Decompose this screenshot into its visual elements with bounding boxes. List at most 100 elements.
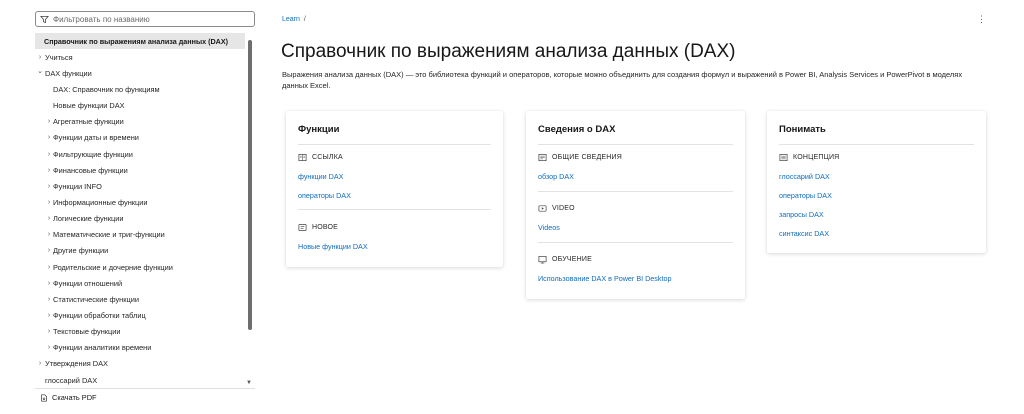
sidebar-item-label: Функции обработки таблиц bbox=[53, 310, 146, 320]
sidebar-item-label: Агрегатные функции bbox=[53, 117, 124, 127]
sidebar: Справочник по выражениям анализа данных … bbox=[0, 0, 262, 414]
sidebar-item-label: Утверждения DAX bbox=[45, 359, 108, 369]
sidebar-item-label: DAX: Справочник по функциям bbox=[53, 84, 160, 94]
filter-input[interactable] bbox=[53, 14, 243, 24]
link-dax-overview[interactable]: обзор DAX bbox=[538, 172, 574, 181]
link-dax-glossary[interactable]: глоссарий DAX bbox=[779, 172, 830, 181]
page-description: Выражения анализа данных (DAX) — это биб… bbox=[282, 70, 963, 91]
chevron-down-icon[interactable]: ⌄ bbox=[36, 67, 44, 75]
section-heading-training: ОБУЧЕНИЕ bbox=[538, 255, 592, 264]
sidebar-item[interactable]: DAX: Справочник по функциям bbox=[35, 81, 245, 97]
sidebar-item[interactable]: › Утверждения DAX bbox=[35, 356, 245, 372]
section-heading-label: ОБЩИЕ СВЕДЕНИЯ bbox=[552, 154, 622, 161]
card-title: Функции bbox=[298, 124, 340, 135]
section-heading-label: VIDEO bbox=[552, 205, 575, 212]
sidebar-item-label: DAX функции bbox=[45, 68, 92, 78]
sidebar-item[interactable]: › Математические и триг-функции bbox=[35, 227, 245, 243]
card-divider bbox=[298, 209, 491, 210]
chevron-right-icon[interactable]: › bbox=[45, 199, 53, 206]
sidebar-item[interactable]: › Логические функции bbox=[35, 211, 245, 227]
sidebar-item-label: Учиться bbox=[45, 52, 73, 62]
chevron-right-icon[interactable]: › bbox=[45, 151, 53, 158]
sidebar-item[interactable]: › Функции обработки таблиц bbox=[35, 307, 245, 323]
chevron-right-icon[interactable]: › bbox=[45, 328, 53, 335]
sidebar-item[interactable]: › Статистические функции bbox=[35, 291, 245, 307]
sidebar-item-label: Другие функции bbox=[53, 246, 109, 256]
section-heading-label: ОБУЧЕНИЕ bbox=[552, 256, 593, 263]
reference-icon bbox=[298, 153, 307, 162]
sidebar-item[interactable]: Новые функции DAX bbox=[35, 98, 245, 114]
sidebar-item[interactable]: › Финансовые функции bbox=[35, 162, 245, 178]
sidebar-item[interactable]: Справочник по выражениям анализа данных … bbox=[35, 33, 245, 50]
sidebar-scrollbar[interactable] bbox=[248, 40, 252, 330]
sidebar-item[interactable]: › Учиться bbox=[35, 49, 245, 65]
sidebar-item-label: Справочник по выражениям анализа данных … bbox=[44, 36, 229, 46]
card-about-dax: Сведения о DAX ОБЩИЕ СВЕДЕНИЯ обзор DAX … bbox=[526, 111, 745, 299]
link-new-dax-functions[interactable]: Новые функции DAX bbox=[298, 242, 368, 251]
breadcrumb: Learn / bbox=[282, 16, 306, 23]
filter-icon bbox=[40, 15, 49, 23]
section-heading-label: КОНЦЕПЦИЯ bbox=[793, 154, 840, 161]
card-functions: Функции ССЫЛКА функции DAX операторы DAX… bbox=[286, 111, 503, 267]
chevron-right-icon[interactable]: › bbox=[45, 344, 53, 351]
card-understand: Понимать КОНЦЕПЦИЯ глоссарий DAX операто… bbox=[767, 111, 986, 253]
section-heading-video: VIDEO bbox=[538, 204, 575, 213]
section-heading-new: НОВОЕ bbox=[298, 223, 338, 232]
link-dax-functions[interactable]: функции DAX bbox=[298, 172, 343, 181]
link-dax-queries[interactable]: запросы DAX bbox=[779, 210, 824, 219]
video-icon bbox=[538, 205, 547, 212]
chevron-right-icon[interactable]: › bbox=[45, 118, 53, 125]
sidebar-item[interactable]: › Родительские и дочерние функции bbox=[35, 259, 245, 275]
sidebar-item[interactable]: › Функции аналитики времени bbox=[35, 340, 245, 356]
sidebar-item[interactable]: › Другие функции bbox=[35, 243, 245, 259]
training-icon bbox=[538, 255, 547, 264]
chevron-right-icon[interactable]: › bbox=[45, 167, 53, 174]
sidebar-item-label: Функции даты и времени bbox=[53, 133, 139, 143]
link-dax-operators[interactable]: операторы DAX bbox=[298, 191, 351, 200]
sidebar-item-label: Функции отношений bbox=[53, 278, 123, 288]
sidebar-item[interactable]: › Текстовые функции bbox=[35, 324, 245, 340]
sidebar-divider bbox=[35, 388, 255, 389]
sidebar-item[interactable]: › Фильтрующие функции bbox=[35, 146, 245, 162]
chevron-right-icon[interactable]: › bbox=[45, 215, 53, 222]
card-divider bbox=[538, 242, 733, 243]
sidebar-item-label: Финансовые функции bbox=[53, 165, 128, 175]
page-title: Справочник по выражениям анализа данных … bbox=[281, 41, 736, 62]
sidebar-item[interactable]: › Функции отношений bbox=[35, 275, 245, 291]
link-dax-syntax[interactable]: синтаксис DAX bbox=[779, 229, 829, 238]
chevron-right-icon[interactable]: › bbox=[45, 231, 53, 238]
chevron-right-icon[interactable]: › bbox=[45, 183, 53, 190]
download-pdf-button[interactable]: Скачать PDF bbox=[40, 393, 97, 402]
section-heading-label: НОВОЕ bbox=[312, 224, 339, 231]
chevron-right-icon[interactable]: › bbox=[36, 360, 44, 367]
sidebar-item[interactable]: ⌄ DAX функции bbox=[35, 65, 245, 81]
sidebar-item[interactable]: › Функции даты и времени bbox=[35, 130, 245, 146]
link-dax-in-power-bi-desktop[interactable]: Использование DAX в Power BI Desktop bbox=[538, 274, 671, 283]
chevron-right-icon[interactable]: › bbox=[45, 280, 53, 287]
sidebar-item[interactable]: › Агрегатные функции bbox=[35, 114, 245, 130]
link-videos[interactable]: Videos bbox=[538, 223, 560, 232]
sidebar-item[interactable]: › Информационные функции bbox=[35, 194, 245, 210]
download-pdf-label: Скачать PDF bbox=[52, 393, 97, 402]
card-title: Понимать bbox=[779, 124, 826, 135]
section-heading-overview: ОБЩИЕ СВЕДЕНИЯ bbox=[538, 153, 622, 162]
sidebar-item[interactable]: › Функции INFO bbox=[35, 178, 245, 194]
sidebar-item-label: Логические функции bbox=[53, 214, 124, 224]
chevron-right-icon[interactable]: › bbox=[45, 264, 53, 271]
chevron-right-icon[interactable]: › bbox=[45, 296, 53, 303]
sidebar-item-label: Функции INFO bbox=[53, 181, 102, 191]
chevron-right-icon[interactable]: › bbox=[36, 54, 44, 61]
scroll-down-icon[interactable]: ▼ bbox=[246, 380, 252, 386]
chevron-right-icon[interactable]: › bbox=[45, 134, 53, 141]
filter-input-box[interactable] bbox=[35, 11, 255, 27]
link-dax-operators[interactable]: операторы DAX bbox=[779, 191, 832, 200]
sidebar-item-label: Фильтрующие функции bbox=[53, 149, 133, 159]
chevron-right-icon[interactable]: › bbox=[45, 247, 53, 254]
section-heading-reference: ССЫЛКА bbox=[298, 153, 343, 162]
sidebar-item[interactable]: глоссарий DAX bbox=[35, 372, 245, 388]
chevron-right-icon[interactable]: › bbox=[45, 312, 53, 319]
more-options-icon[interactable]: ⋮ bbox=[977, 14, 986, 25]
breadcrumb-learn-link[interactable]: Learn bbox=[282, 16, 300, 23]
sidebar-item-label: Статистические функции bbox=[53, 294, 139, 304]
concept-icon bbox=[779, 153, 788, 162]
